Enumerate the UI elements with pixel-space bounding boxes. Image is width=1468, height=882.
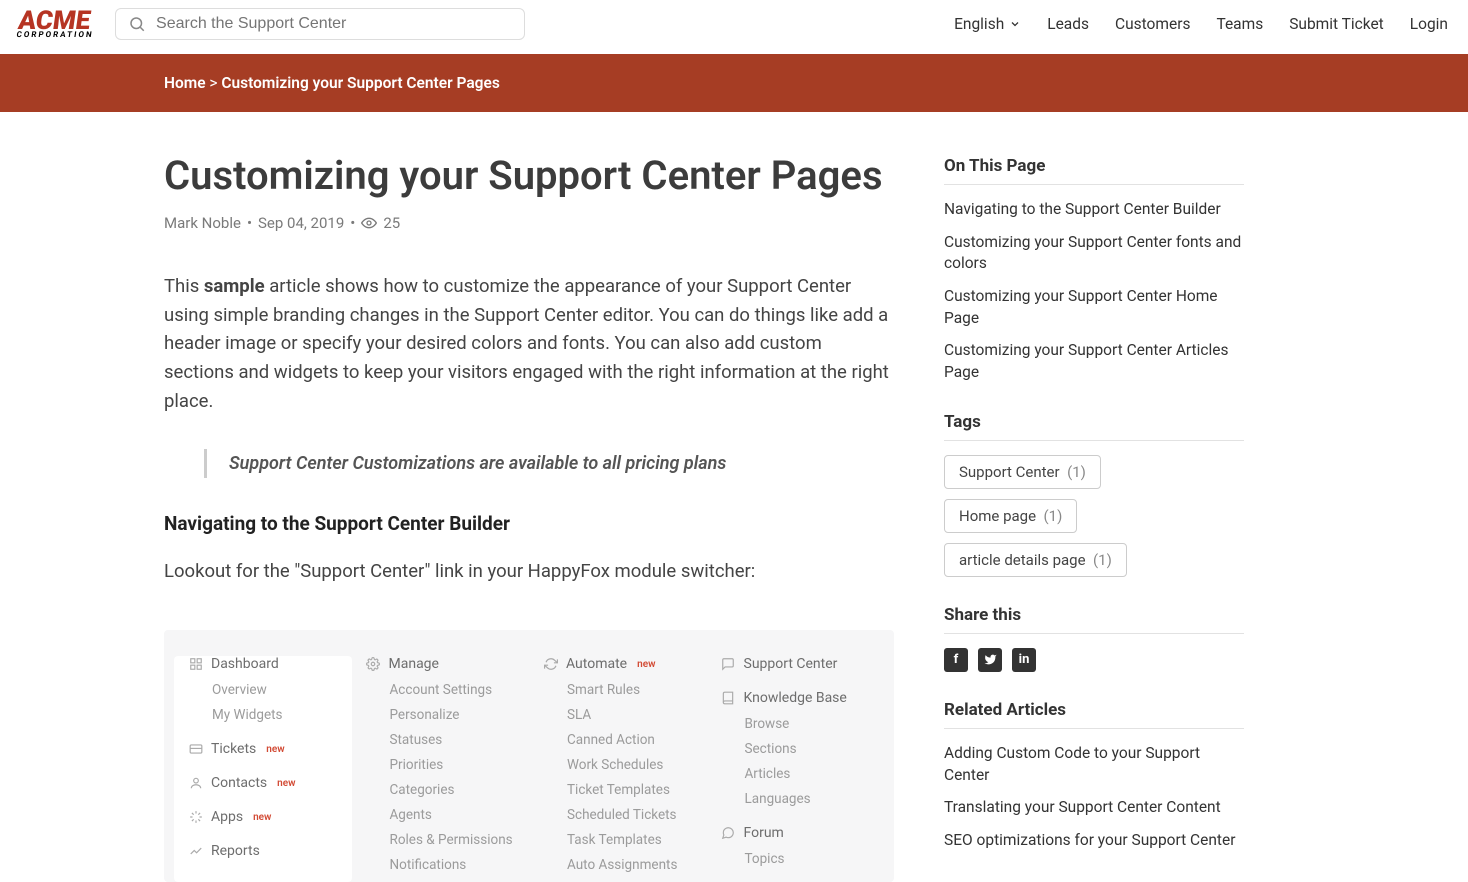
ms-item: Ticket Templates [543,782,693,798]
toc-link[interactable]: Customizing your Support Center Articles… [944,340,1244,383]
ms-item: SLA [543,707,693,723]
ms-item: Articles [721,766,871,782]
ms-manage: Manage [366,656,516,672]
user-icon [188,776,203,791]
related-link[interactable]: Translating your Support Center Content [944,797,1244,819]
grid-icon [188,657,203,672]
ms-item: Scheduled Tickets [543,807,693,823]
top-header: ACME CORPORATION English Leads Customers… [0,0,1468,54]
ms-item: Canned Action [543,732,693,748]
related-articles: Adding Custom Code to your Support Cente… [944,743,1244,852]
ms-item: Task Templates [543,832,693,848]
share-heading: Share this [944,605,1244,634]
twitter-icon[interactable] [978,648,1002,672]
facebook-icon[interactable]: f [944,648,968,672]
ms-item: Sections [721,741,871,757]
toc-link[interactable]: Customizing your Support Center Home Pag… [944,286,1244,329]
section-heading-1: Navigating to the Support Center Builder [164,512,894,535]
ms-item: Personalize [366,707,516,723]
ms-tickets: Ticketsnew [188,741,338,757]
breadcrumb-home[interactable]: Home [164,74,206,92]
nav-submit-ticket[interactable]: Submit Ticket [1289,15,1384,33]
ms-contacts: Contactsnew [188,775,338,791]
language-label: English [954,15,1004,33]
related-link[interactable]: Adding Custom Code to your Support Cente… [944,743,1244,786]
forum-icon [721,826,736,841]
book-icon [721,691,736,706]
ms-item: Overview [188,682,338,698]
breadcrumb-sep: > [209,74,217,92]
refresh-icon [543,657,558,672]
share-buttons: f in [944,648,1244,672]
ms-dashboard: Dashboard [188,656,338,672]
article: Customizing your Support Center Pages Ma… [164,152,894,882]
ms-reports: Reports [188,843,338,859]
eye-icon [361,215,377,231]
page-title: Customizing your Support Center Pages [164,152,894,200]
ms-support-center: Support Center [721,656,871,672]
breadcrumb-current[interactable]: Customizing your Support Center Pages [221,74,499,92]
ms-knowledge-base: Knowledge Base [721,690,871,706]
ms-forum: Forum [721,825,871,841]
article-meta: Mark Noble • Sep 04, 2019 • 25 [164,214,894,232]
nav-customers[interactable]: Customers [1115,15,1190,33]
header-nav: English Leads Customers Teams Submit Tic… [954,15,1448,33]
ms-item: My Widgets [188,707,338,723]
nav-teams[interactable]: Teams [1216,15,1263,33]
ms-item: Topics [721,851,871,867]
ms-item: Smart Rules [543,682,693,698]
ms-item: Work Schedules [543,757,693,773]
toc-link[interactable]: Customizing your Support Center fonts an… [944,232,1244,275]
related-link[interactable]: SEO optimizations for your Support Cente… [944,830,1244,852]
intro-paragraph: This sample article shows how to customi… [164,272,894,415]
search-input[interactable] [156,15,512,33]
module-switcher-figure: Dashboard Overview My Widgets Ticketsnew… [164,630,894,882]
ms-item: Notifications [366,857,516,873]
nav-leads[interactable]: Leads [1047,15,1089,33]
search-box[interactable] [115,8,525,40]
related-heading: Related Articles [944,700,1244,729]
sparkle-icon [188,810,203,825]
tag-list: Support Center (1) Home page (1) article… [944,455,1244,577]
author: Mark Noble [164,214,241,232]
view-count: 25 [383,214,400,232]
linkedin-icon[interactable]: in [1012,648,1036,672]
search-icon [128,15,146,33]
language-selector[interactable]: English [954,15,1021,33]
tags-heading: Tags [944,412,1244,441]
ms-item: Agents [366,807,516,823]
publish-date: Sep 04, 2019 [258,214,344,232]
tag[interactable]: article details page (1) [944,543,1127,577]
ms-automate: Automatenew [543,656,693,672]
toc-link[interactable]: Navigating to the Support Center Builder [944,199,1244,221]
tag[interactable]: Support Center (1) [944,455,1101,489]
ms-apps: Appsnew [188,809,338,825]
ms-item: Statuses [366,732,516,748]
ticket-icon [188,742,203,757]
on-this-page-heading: On This Page [944,156,1244,185]
chevron-down-icon [1009,18,1021,30]
logo[interactable]: ACME CORPORATION [16,10,97,39]
ms-item: Languages [721,791,871,807]
ms-item: Priorities [366,757,516,773]
callout-note: Support Center Customizations are availa… [204,449,894,478]
ms-item: Account Settings [366,682,516,698]
chart-icon [188,844,203,859]
breadcrumb-bar: Home > Customizing your Support Center P… [0,54,1468,112]
ms-item: Categories [366,782,516,798]
section-body-1: Lookout for the "Support Center" link in… [164,557,894,586]
table-of-contents: Navigating to the Support Center Builder… [944,199,1244,384]
gear-icon [366,657,381,672]
main-content: Customizing your Support Center Pages Ma… [144,112,1324,882]
ms-item: Browse [721,716,871,732]
chat-icon [721,657,736,672]
ms-item: Roles & Permissions [366,832,516,848]
nav-login[interactable]: Login [1410,15,1448,33]
ms-item: Auto Assignments [543,857,693,873]
logo-sub: CORPORATION [16,32,94,39]
tag[interactable]: Home page (1) [944,499,1077,533]
sidebar: On This Page Navigating to the Support C… [944,152,1244,882]
